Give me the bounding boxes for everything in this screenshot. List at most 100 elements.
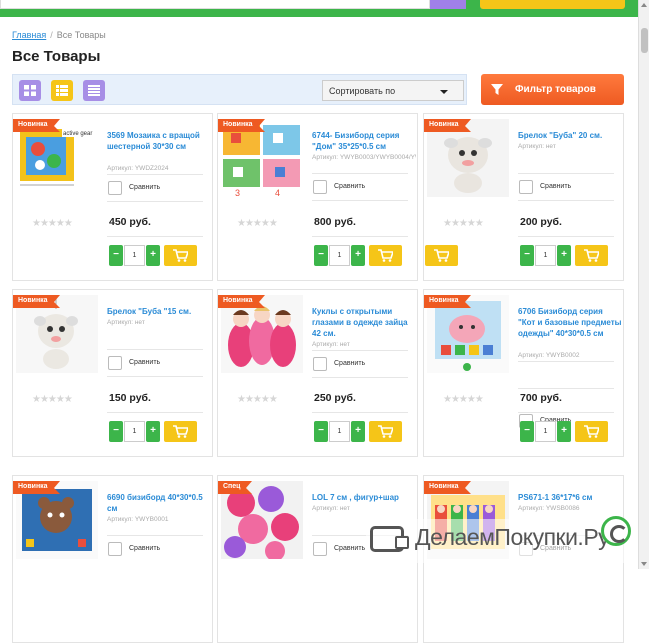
rating-stars[interactable]: ★★★★★ (443, 394, 484, 405)
qty-increase-button[interactable]: + (557, 421, 571, 442)
product-name-link[interactable]: 3569 Мозаика с вращой шестерной 30*30 см (107, 130, 211, 163)
product-price: 250 руб. (314, 392, 356, 404)
card-divider (518, 388, 614, 389)
chat-widget-icon[interactable] (601, 516, 631, 546)
add-to-cart-button[interactable] (575, 421, 608, 442)
product-card[interactable]: Новинка 6690 бизиборд 40*30*0.5 см Артикул… (12, 475, 213, 643)
rating-stars[interactable]: ★★★★★ (443, 218, 484, 229)
qty-decrease-button[interactable]: − (314, 421, 328, 442)
qty-decrease-button[interactable]: − (109, 245, 123, 266)
cart-icon (584, 249, 599, 262)
scroll-up-icon[interactable] (641, 3, 647, 7)
add-to-cart-button[interactable] (575, 245, 608, 266)
product-badge: Новинка (13, 481, 60, 494)
compare-label[interactable]: Сравнить (129, 184, 160, 191)
add-to-cart-button[interactable] (369, 421, 402, 442)
qty-decrease-button[interactable]: − (109, 421, 123, 442)
page-scrollbar[interactable] (638, 0, 649, 569)
compact-view-button[interactable] (83, 80, 105, 101)
watermark: ДелаемПокупки.Ру (366, 519, 638, 563)
filter-button[interactable]: Фильтр товаров (481, 74, 624, 105)
product-name-link[interactable]: PS671-1 36*17*6 см (518, 492, 622, 503)
product-card[interactable]: active gear Новинка 3569 Мозаика с вращой … (12, 113, 213, 281)
search-input[interactable] (0, 0, 430, 9)
product-name-link[interactable]: 6690 бизиборд 40*30*0.5 см (107, 492, 211, 514)
add-to-cart-button[interactable] (164, 421, 197, 442)
qty-increase-button[interactable]: + (557, 245, 571, 266)
rating-stars[interactable]: ★★★★★ (32, 394, 73, 405)
breadcrumb-separator: / (50, 30, 53, 40)
compare-checkbox[interactable] (313, 357, 327, 371)
grid-view-button[interactable] (19, 80, 41, 101)
qty-input[interactable]: 1 (329, 245, 350, 266)
compare-checkbox[interactable] (313, 542, 327, 556)
product-price: 700 руб. (520, 392, 562, 404)
compare-checkbox[interactable] (313, 180, 327, 194)
cart-icon (173, 249, 188, 262)
qty-increase-button[interactable]: + (351, 421, 365, 442)
qty-decrease-button[interactable]: − (314, 245, 328, 266)
card-divider (312, 412, 408, 413)
breadcrumb-home-link[interactable]: Главная (12, 30, 46, 40)
qty-input[interactable]: 1 (124, 245, 145, 266)
product-name-link[interactable]: 6744- Бизиборд серия "Дом" 35*25*0.5 см (312, 130, 416, 152)
grid-icon (24, 85, 36, 96)
card-divider (107, 535, 203, 536)
scroll-down-icon[interactable] (641, 562, 647, 566)
product-card[interactable]: Новинка Брелок "Буба "15 см. Артикул: нет С… (12, 289, 213, 457)
compare-checkbox[interactable] (519, 180, 533, 194)
qty-increase-button[interactable]: + (351, 245, 365, 266)
catalog-button[interactable] (480, 0, 625, 9)
search-button[interactable] (430, 0, 466, 9)
product-name-link[interactable]: Брелок "Буба "15 см. (107, 306, 211, 317)
qty-input[interactable]: 1 (535, 245, 556, 266)
product-name-link[interactable]: Брелок "Буба" 20 см. (518, 130, 622, 141)
add-to-cart-button[interactable] (164, 245, 197, 266)
list-view-button[interactable] (51, 80, 73, 101)
product-name-link[interactable]: Куклы с открытыми глазами в одежде зайца… (312, 306, 416, 339)
product-name-link[interactable]: 6706 Бизиборд серия "Кот и базовые предм… (518, 306, 622, 350)
rating-stars[interactable]: ★★★★★ (237, 218, 278, 229)
card-divider (107, 236, 203, 237)
qty-increase-button[interactable]: + (146, 421, 160, 442)
compare-checkbox[interactable] (108, 181, 122, 195)
compare-checkbox[interactable] (108, 542, 122, 556)
sort-select[interactable]: Сортировать по (322, 80, 464, 101)
product-name-link[interactable]: LOL 7 см , фигур+шар (312, 492, 416, 503)
product-card[interactable]: Новинка Куклы с открытыми глазами в одежд… (217, 289, 418, 457)
compare-label[interactable]: Сравнить (334, 545, 365, 552)
qty-increase-button[interactable]: + (146, 245, 160, 266)
product-card[interactable]: Новинка 6706 Бизиборд серия "Кот и базовы… (423, 289, 624, 457)
svg-text:3: 3 (235, 188, 240, 197)
catalog-toolbar: Сортировать по (12, 74, 467, 105)
compare-checkbox[interactable] (108, 356, 122, 370)
chevron-down-icon (440, 90, 448, 94)
card-divider (107, 349, 203, 350)
rating-stars[interactable]: ★★★★★ (237, 394, 278, 405)
product-badge: Новинка (218, 119, 265, 132)
card-divider (312, 173, 408, 174)
cart-icon (378, 425, 393, 438)
compare-label[interactable]: Сравнить (129, 545, 160, 552)
product-card[interactable]: 3 4 Новинка 6744- Бизиборд серия "Дом" 35*2… (217, 113, 418, 281)
qty-input[interactable]: 1 (329, 421, 350, 442)
qty-input[interactable]: 1 (124, 421, 145, 442)
card-divider (107, 412, 203, 413)
product-article: Артикул: нет (518, 143, 556, 150)
breadcrumb: Главная / Все Товары (12, 30, 106, 40)
compare-label[interactable]: Сравнить (334, 360, 365, 367)
rating-stars[interactable]: ★★★★★ (32, 218, 73, 229)
scrollbar-thumb[interactable] (641, 28, 648, 53)
product-badge: Новинка (424, 295, 471, 308)
product-card[interactable]: Новинка Брелок "Буба" 20 см. Артикул: нет С… (423, 113, 624, 281)
card-divider (312, 200, 408, 201)
add-to-cart-button-alt[interactable] (425, 245, 458, 266)
qty-decrease-button[interactable]: − (520, 245, 534, 266)
qty-decrease-button[interactable]: − (520, 421, 534, 442)
qty-input[interactable]: 1 (535, 421, 556, 442)
compare-label[interactable]: Сравнить (540, 183, 571, 190)
add-to-cart-button[interactable] (369, 245, 402, 266)
compare-label[interactable]: Сравнить (334, 183, 365, 190)
list-icon (56, 85, 68, 96)
compare-label[interactable]: Сравнить (129, 359, 160, 366)
